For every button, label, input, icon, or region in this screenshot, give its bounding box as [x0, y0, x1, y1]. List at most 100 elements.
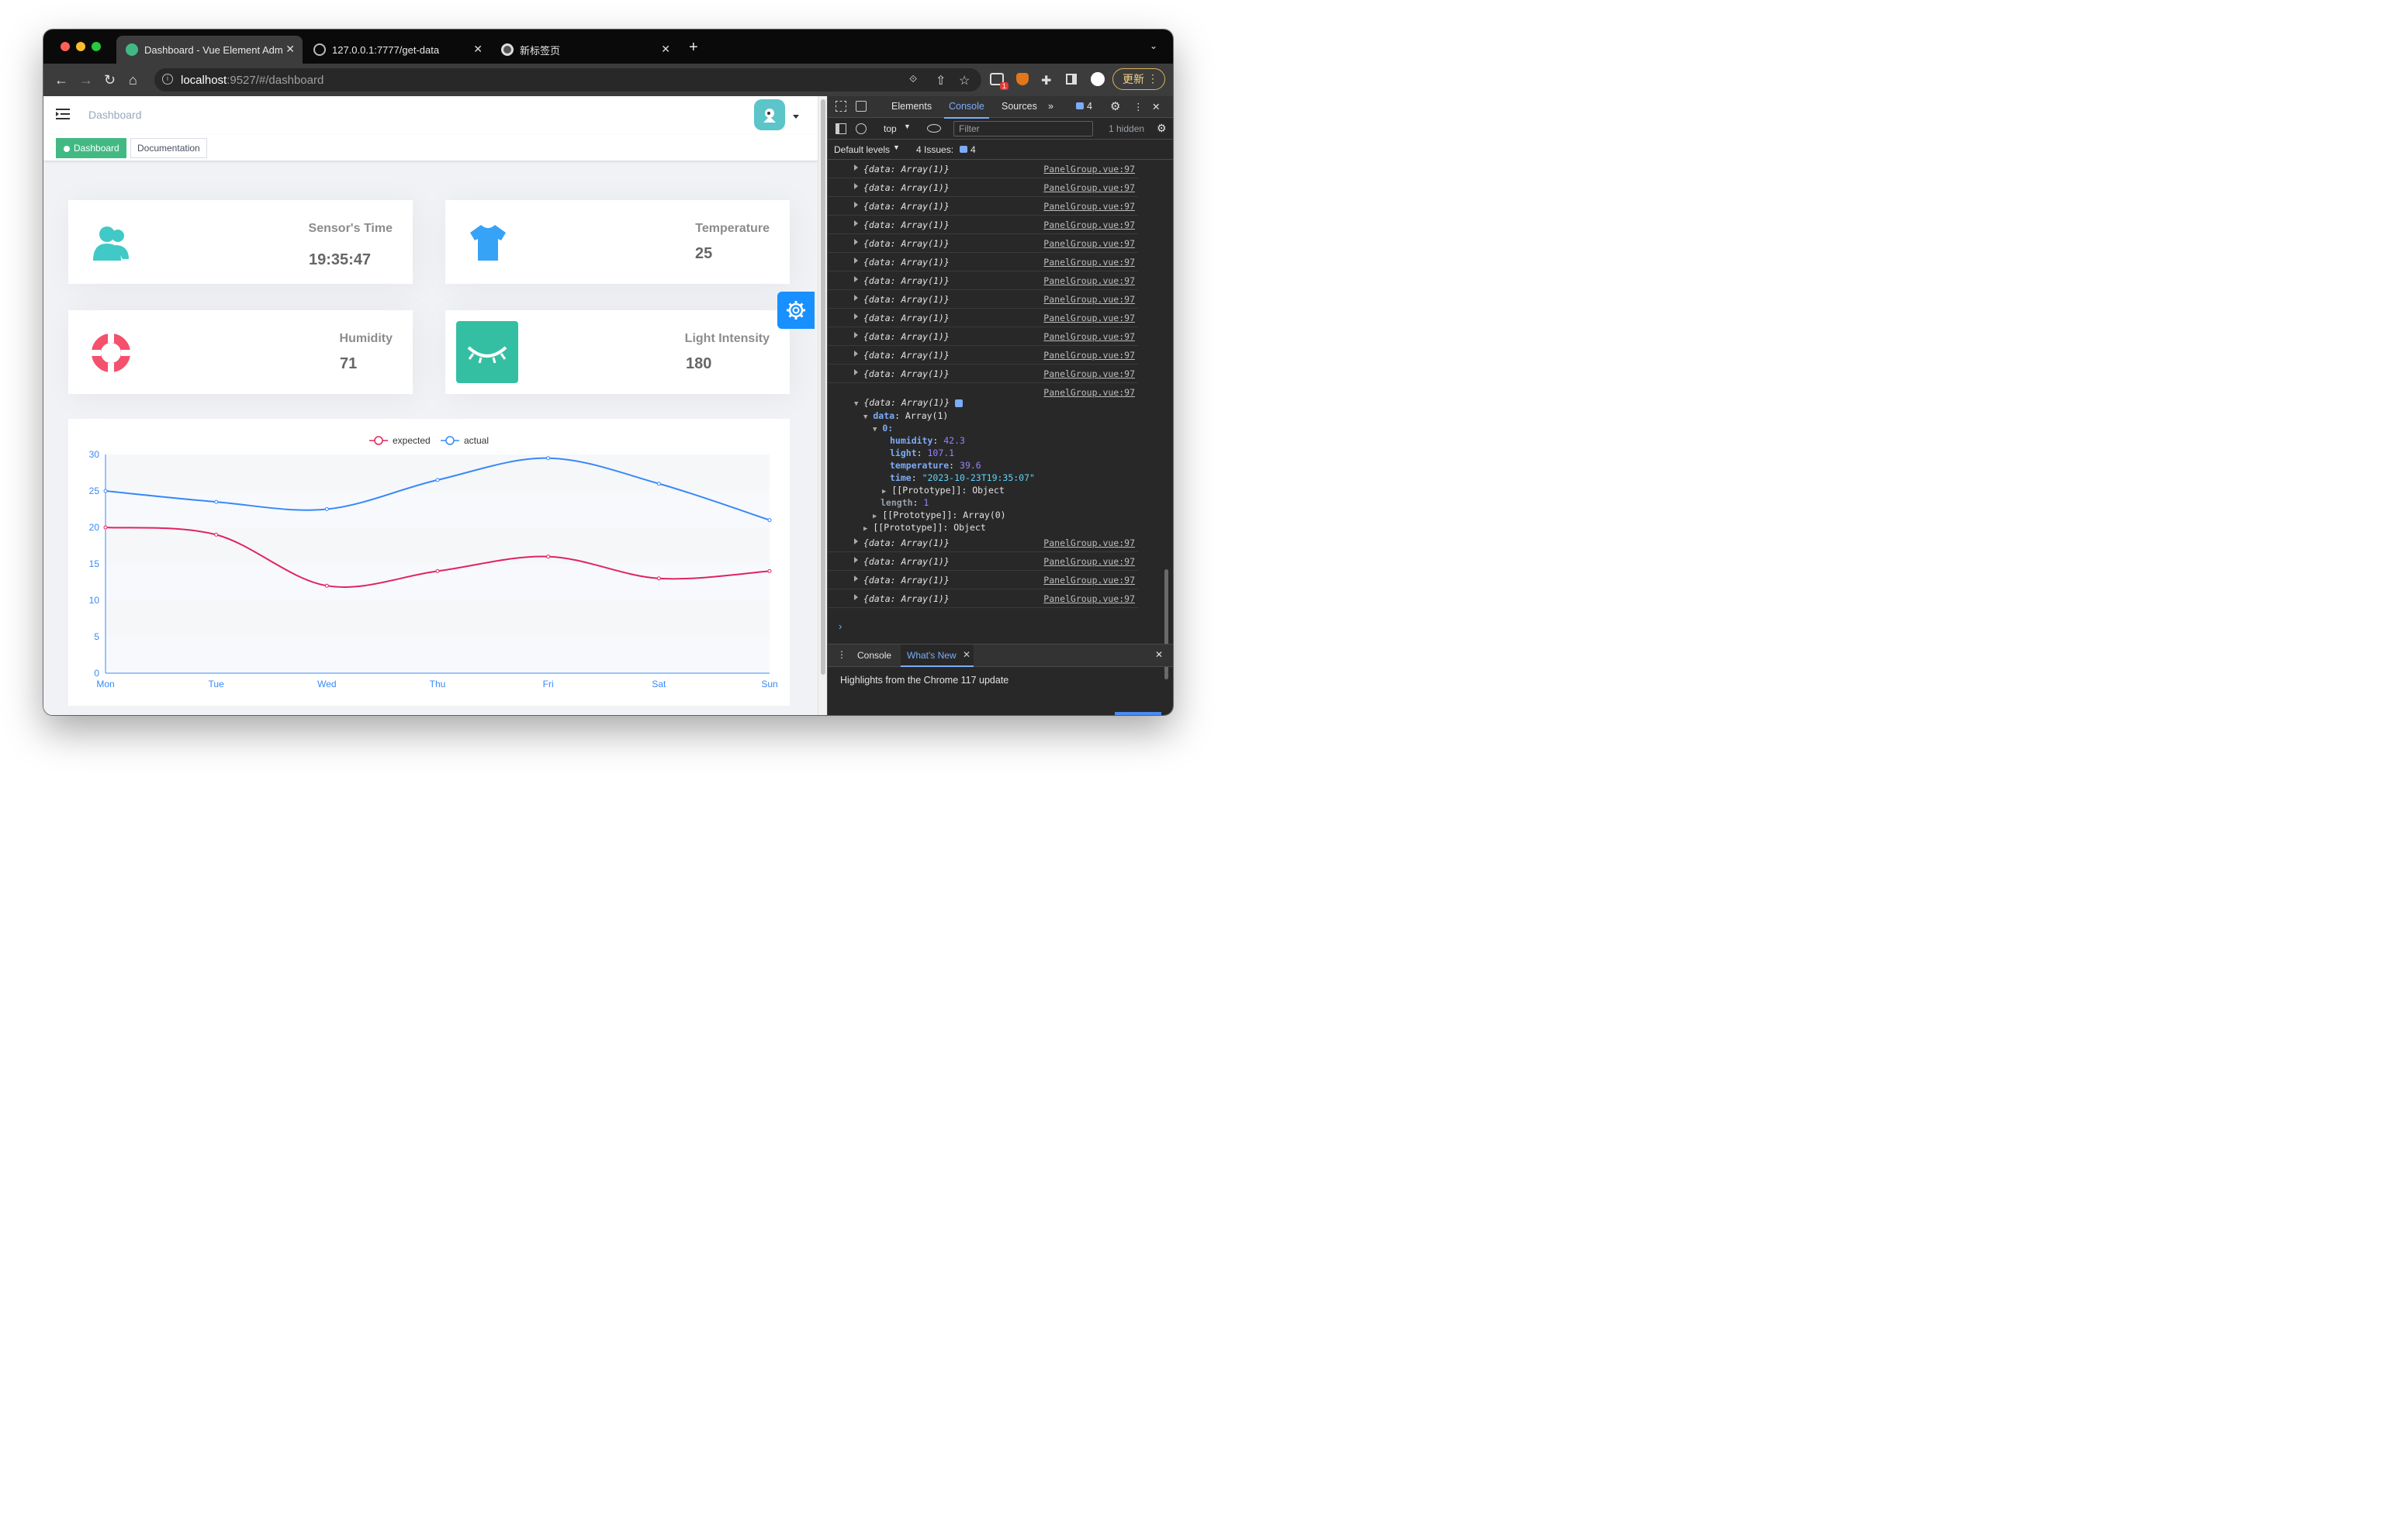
panel-humidity[interactable]: Humidity 71	[68, 310, 413, 394]
prototype-object-row[interactable]: ▶ [[Prototype]]: Object	[863, 522, 986, 533]
console-log-row[interactable]: {data: Array(1)} PanelGroup.vue:97	[828, 160, 1138, 178]
console-log-row[interactable]: {data: Array(1)} PanelGroup.vue:97	[828, 253, 1138, 271]
log-source-link[interactable]: PanelGroup.vue:97	[1043, 350, 1135, 361]
tab-elements[interactable]: Elements	[891, 101, 932, 112]
console-log-row[interactable]: {data: Array(1)} PanelGroup.vue:97	[828, 197, 1138, 216]
log-source-link[interactable]: PanelGroup.vue:97	[1043, 575, 1135, 586]
console-log-row[interactable]: {data: Array(1)} PanelGroup.vue:97	[828, 552, 1138, 571]
log-source-link[interactable]: PanelGroup.vue:97	[1043, 387, 1135, 398]
log-source-link[interactable]: PanelGroup.vue:97	[1043, 201, 1135, 212]
expand-triangle-icon[interactable]	[854, 332, 858, 338]
console-log-row[interactable]: {data: Array(1)} PanelGroup.vue:97	[828, 327, 1138, 346]
expand-triangle-icon[interactable]	[854, 220, 858, 226]
translate-icon[interactable]: ⟐	[909, 73, 917, 85]
expand-triangle-icon[interactable]	[854, 295, 858, 301]
log-source-link[interactable]: PanelGroup.vue:97	[1043, 331, 1135, 342]
more-vert-icon[interactable]: ⋮	[1133, 101, 1143, 112]
array-index-row[interactable]: ▼ 0:	[873, 423, 893, 434]
log-source-link[interactable]: PanelGroup.vue:97	[1043, 238, 1135, 249]
levels-caret-icon[interactable]: ▼	[893, 143, 900, 151]
console-log-row[interactable]: {data: Array(1)} PanelGroup.vue:97	[828, 290, 1138, 309]
log-source-link[interactable]: PanelGroup.vue:97	[1043, 313, 1135, 323]
share-icon[interactable]: ⇧	[936, 73, 946, 88]
panel-temperature[interactable]: Temperature 25	[445, 200, 790, 284]
zoom-window-button[interactable]	[92, 42, 101, 51]
console-log-row[interactable]: {data: Array(1)} PanelGroup.vue:97	[828, 589, 1138, 608]
expand-triangle-icon[interactable]	[854, 183, 858, 189]
expand-triangle-icon[interactable]	[854, 313, 858, 320]
side-panel-icon[interactable]	[1066, 74, 1077, 85]
new-tab-icon[interactable]: +	[689, 39, 698, 57]
home-icon[interactable]: ⌂	[129, 71, 137, 88]
log-source-link[interactable]: PanelGroup.vue:97	[1043, 593, 1135, 604]
console-filter-input[interactable]: Filter	[953, 121, 1093, 137]
console-log-row[interactable]: PanelGroup.vue:97	[828, 383, 1138, 402]
browser-tab-get-data[interactable]: 127.0.0.1:7777/get-data ✕	[304, 36, 490, 64]
console-log-row[interactable]: {data: Array(1)} PanelGroup.vue:97	[828, 178, 1138, 197]
close-window-button[interactable]	[61, 42, 70, 51]
log-source-link[interactable]: PanelGroup.vue:97	[1043, 275, 1135, 286]
collapse-triangle-icon[interactable]: ▶	[863, 525, 867, 533]
drawer-tab-console[interactable]: Console	[857, 650, 891, 661]
expand-triangle-icon[interactable]	[854, 575, 858, 582]
scrollbar-thumb[interactable]	[821, 99, 825, 675]
collapse-triangle-icon[interactable]: ▶	[873, 513, 877, 520]
expand-triangle-icon[interactable]	[854, 369, 858, 375]
close-tab-icon[interactable]: ✕	[963, 649, 970, 660]
prototype-array-row[interactable]: ▶ [[Prototype]]: Array(0)	[873, 510, 1006, 520]
avatar-dropdown-caret-icon[interactable]	[793, 115, 799, 119]
expand-triangle-icon[interactable]	[854, 202, 858, 208]
browser-tab-dashboard[interactable]: Dashboard - Vue Element Adm ✕	[116, 36, 303, 64]
drawer-tab-whats-new[interactable]: What's New ✕	[901, 645, 974, 667]
expand-triangle-icon[interactable]	[854, 538, 858, 544]
forward-arrow-icon[interactable]: →	[79, 71, 93, 88]
console-settings-gear-icon[interactable]: ⚙	[1157, 122, 1167, 135]
expand-triangle-icon[interactable]	[854, 239, 858, 245]
settings-drawer-button[interactable]	[777, 292, 815, 329]
clear-console-icon[interactable]	[856, 123, 867, 134]
log-source-link[interactable]: PanelGroup.vue:97	[1043, 368, 1135, 379]
close-tab-icon[interactable]: ✕	[661, 43, 670, 56]
expand-triangle-icon[interactable]	[854, 257, 858, 264]
panel-sensor-time[interactable]: Sensor's Time 19:35:47	[68, 200, 413, 284]
log-source-link[interactable]: PanelGroup.vue:97	[1043, 164, 1135, 175]
tag-dashboard[interactable]: Dashboard	[56, 138, 126, 158]
expand-triangle-icon[interactable]: ▼	[873, 426, 877, 434]
context-caret-icon[interactable]: ▼	[904, 123, 911, 130]
close-devtools-icon[interactable]: ✕	[1152, 101, 1160, 112]
log-levels-dropdown[interactable]: Default levels	[834, 144, 890, 155]
context-selector[interactable]: top	[884, 123, 897, 134]
console-log-row[interactable]: {data: Array(1)} PanelGroup.vue:97	[828, 571, 1138, 589]
breadcrumb[interactable]: Dashboard	[88, 109, 142, 121]
update-chrome-button[interactable]: 更新 ⋮	[1112, 68, 1165, 90]
close-drawer-icon[interactable]: ✕	[1155, 649, 1163, 660]
sidebar-toggle-icon[interactable]	[836, 123, 846, 134]
console-log-row[interactable]: {data: Array(1)} PanelGroup.vue:97	[828, 271, 1138, 290]
settings-gear-icon[interactable]: ⚙	[1110, 99, 1120, 113]
console-log-row[interactable]: {data: Array(1)} PanelGroup.vue:97	[828, 234, 1138, 253]
console-log-row[interactable]: {data: Array(1)} PanelGroup.vue:97	[828, 309, 1138, 327]
address-bar[interactable]: i localhost:9527/#/dashboard	[154, 68, 981, 92]
expand-triangle-icon[interactable]	[854, 351, 858, 357]
log-source-link[interactable]: PanelGroup.vue:97	[1043, 182, 1135, 193]
tag-documentation[interactable]: Documentation	[130, 138, 207, 158]
log-source-link[interactable]: PanelGroup.vue:97	[1043, 294, 1135, 305]
more-tabs-chevron-icon[interactable]: »	[1048, 101, 1054, 112]
expand-triangle-icon[interactable]	[854, 557, 858, 563]
inspect-element-icon[interactable]	[836, 101, 846, 112]
extension-icon[interactable]: 1	[990, 73, 1009, 90]
panel-light-intensity[interactable]: Light Intensity 180	[445, 310, 790, 394]
live-expression-eye-icon[interactable]	[927, 124, 941, 133]
expand-triangle-icon[interactable]	[854, 164, 858, 171]
reload-icon[interactable]: ↻	[104, 71, 116, 88]
bookmark-star-icon[interactable]: ☆	[959, 73, 970, 88]
site-info-icon[interactable]: i	[162, 74, 173, 85]
tab-console[interactable]: Console	[944, 101, 989, 119]
expand-triangle-icon[interactable]: ▼	[863, 413, 867, 421]
object-data-row[interactable]: ▼ data: Array(1)	[863, 410, 948, 421]
log-source-link[interactable]: PanelGroup.vue:97	[1043, 556, 1135, 567]
back-arrow-icon[interactable]: ←	[54, 71, 68, 88]
puzzle-extensions-icon[interactable]: ✚	[1041, 73, 1051, 88]
log-source-link[interactable]: PanelGroup.vue:97	[1043, 537, 1135, 548]
log-source-link[interactable]: PanelGroup.vue:97	[1043, 219, 1135, 230]
